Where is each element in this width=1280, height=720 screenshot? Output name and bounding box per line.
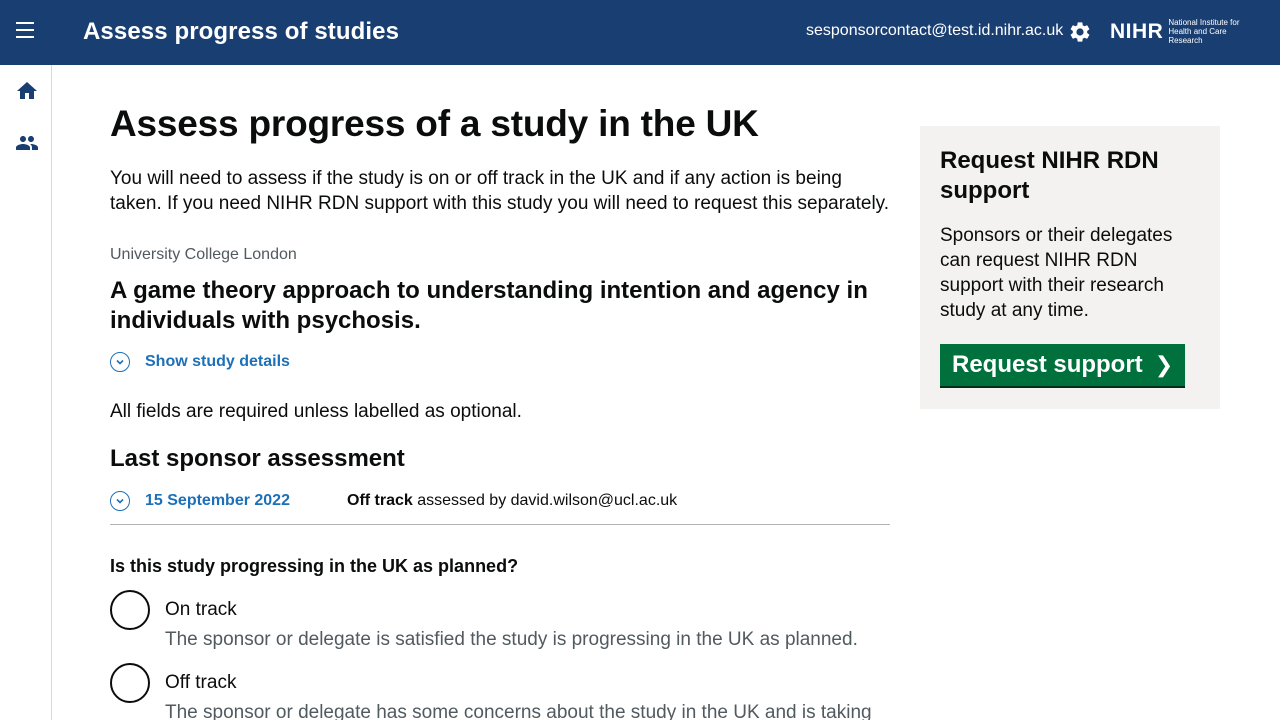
organisation-name: University College London bbox=[110, 246, 297, 263]
radio-option-off-track[interactable]: Off track The sponsor or delegate has so… bbox=[110, 663, 872, 720]
menu-icon[interactable] bbox=[16, 22, 38, 42]
radio-on-track[interactable] bbox=[110, 590, 150, 630]
request-support-label: Request support bbox=[952, 351, 1143, 378]
panel-title: Request NIHR RDN support bbox=[940, 147, 1159, 204]
last-assessment-row: 15 September 2022 Off track assessed by … bbox=[110, 491, 890, 525]
radio-label-on-track[interactable]: On track bbox=[165, 598, 858, 622]
request-support-panel: Request NIHR RDN support Sponsors or the… bbox=[920, 126, 1220, 409]
required-fields-note: All fields are required unless labelled … bbox=[110, 401, 522, 422]
radio-label-off-track[interactable]: Off track bbox=[165, 671, 872, 695]
page-title: Assess progress of a study in the UK bbox=[110, 103, 759, 144]
panel-body: Sponsors or their delegates can request … bbox=[940, 225, 1173, 321]
intro-text: You will need to assess if the study is … bbox=[110, 168, 890, 214]
chevron-right-icon: ❯ bbox=[1154, 352, 1174, 377]
radio-option-on-track[interactable]: On track The sponsor or delegate is sati… bbox=[110, 590, 858, 652]
people-icon[interactable] bbox=[15, 131, 39, 155]
logo-word: NIHR bbox=[1110, 19, 1164, 43]
radio-hint-off-track: The sponsor or delegate has some concern… bbox=[165, 702, 872, 720]
side-nav bbox=[0, 65, 52, 720]
status-badge: Off track bbox=[347, 492, 413, 509]
chevron-down-icon[interactable] bbox=[110, 491, 130, 511]
progress-question: Is this study progressing in the UK as p… bbox=[110, 556, 519, 576]
assessed-by-text: assessed by david.wilson@ucl.ac.uk bbox=[417, 492, 678, 509]
home-icon[interactable] bbox=[15, 79, 39, 103]
top-bar: Assess progress of studies sesponsorcont… bbox=[0, 0, 1280, 65]
show-study-details-label: Show study details bbox=[145, 353, 290, 370]
show-study-details-toggle[interactable]: Show study details bbox=[110, 352, 290, 372]
app-title: Assess progress of studies bbox=[83, 18, 400, 45]
user-email: sesponsorcontact@test.id.nihr.ac.uk bbox=[806, 22, 1064, 39]
gear-icon[interactable] bbox=[1068, 20, 1092, 44]
request-support-button[interactable]: Request support ❯ bbox=[940, 344, 1186, 386]
chevron-down-icon bbox=[110, 352, 130, 372]
radio-hint-on-track: The sponsor or delegate is satisfied the… bbox=[165, 629, 858, 650]
last-assessment-heading: Last sponsor assessment bbox=[110, 445, 405, 472]
last-assessment-date[interactable]: 15 September 2022 bbox=[145, 491, 347, 511]
last-assessment-status: Off track assessed by david.wilson@ucl.a… bbox=[347, 491, 677, 511]
nihr-logo: NIHR National Institute for Health and C… bbox=[1110, 18, 1258, 45]
logo-subtitle: National Institute for Health and Care R… bbox=[1168, 18, 1240, 45]
radio-off-track[interactable] bbox=[110, 663, 150, 703]
study-title: A game theory approach to understanding … bbox=[110, 277, 868, 334]
